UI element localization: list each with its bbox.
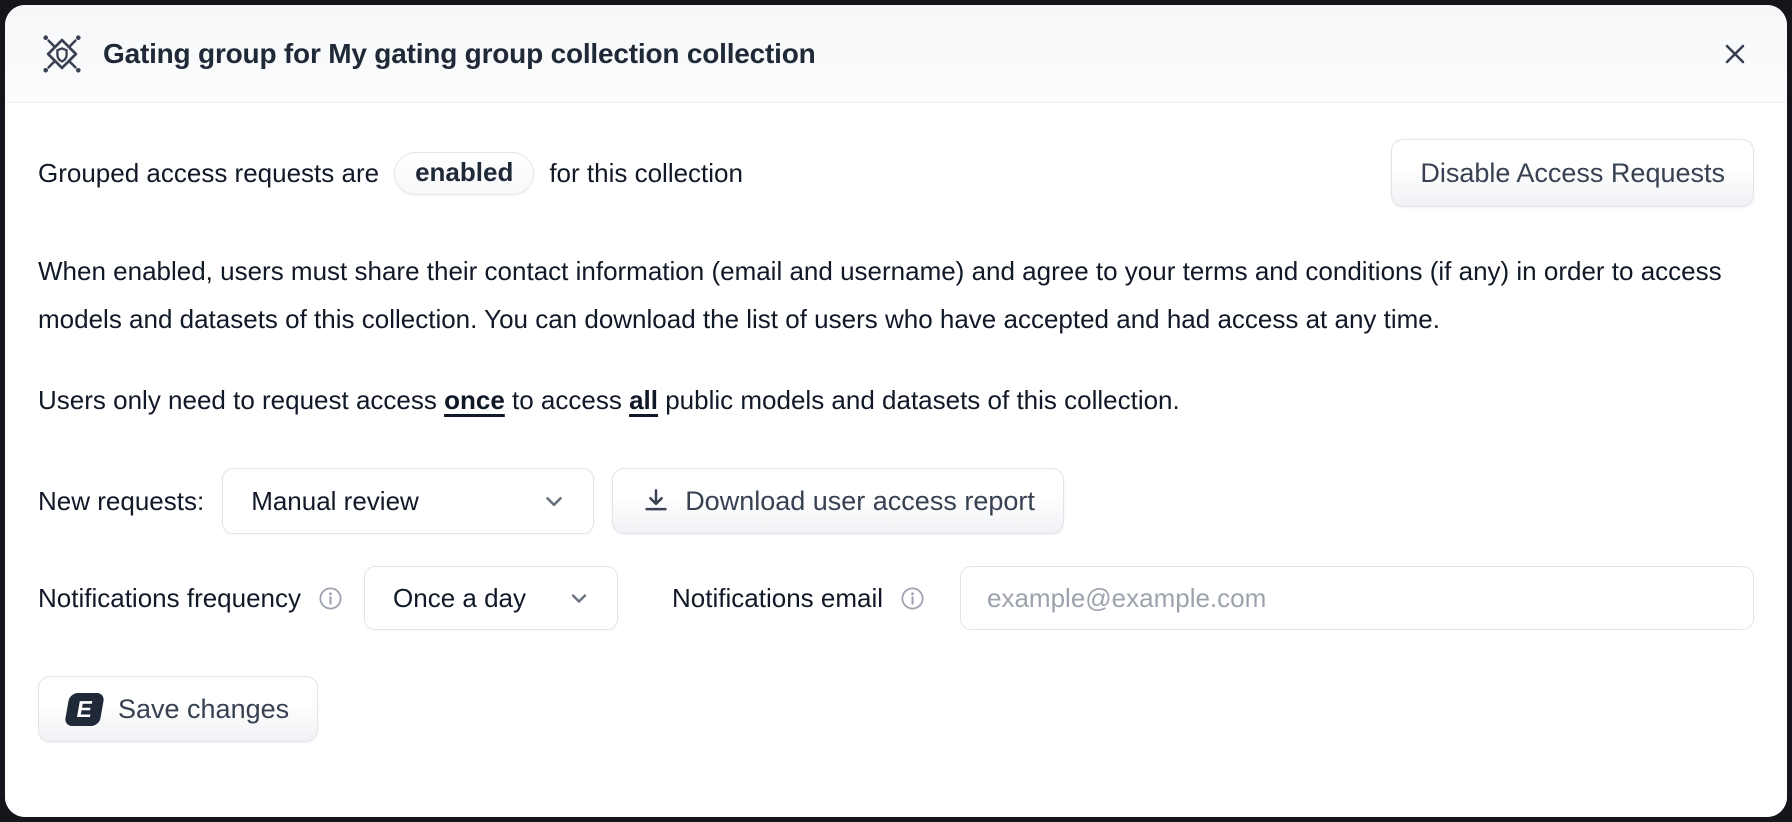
status-text-before: Grouped access requests are (38, 158, 379, 189)
close-icon[interactable] (1719, 38, 1751, 70)
modal-body: Grouped access requests are enabled for … (5, 103, 1787, 817)
status-badge: enabled (394, 152, 534, 195)
modal-header: Gating group for My gating group collect… (5, 5, 1787, 103)
download-icon (641, 486, 671, 516)
status-text-after: for this collection (549, 158, 743, 189)
gating-group-modal: Gating group for My gating group collect… (5, 5, 1787, 817)
notifications-frequency-label: Notifications frequency (38, 583, 301, 614)
disable-access-requests-button[interactable]: Disable Access Requests (1391, 139, 1754, 207)
description-paragraph: When enabled, users must share their con… (38, 247, 1754, 343)
chevron-down-icon (541, 488, 567, 514)
notifications-row: Notifications frequency Once a day Notif… (38, 566, 1754, 630)
gated-group-icon (39, 31, 85, 77)
enterprise-icon: E (64, 693, 105, 726)
status-row: Grouped access requests are enabled for … (38, 139, 1754, 207)
save-changes-button[interactable]: E Save changes (38, 676, 318, 742)
notifications-frequency-select[interactable]: Once a day (364, 566, 618, 630)
desc2-all: all (629, 385, 658, 415)
desc2-mid: to access (505, 385, 629, 415)
new-requests-label: New requests: (38, 486, 204, 517)
desc2-prefix: Users only need to request access (38, 385, 444, 415)
footer-row: E Save changes (38, 676, 1754, 742)
info-icon[interactable] (317, 585, 344, 612)
description-paragraph-2: Users only need to request access once t… (38, 385, 1754, 416)
new-requests-row: New requests: Manual review Download use… (38, 468, 1754, 534)
new-requests-select[interactable]: Manual review (222, 468, 594, 534)
save-button-label: Save changes (118, 694, 289, 725)
chevron-down-icon (567, 586, 591, 610)
desc2-suffix: public models and datasets of this colle… (658, 385, 1180, 415)
info-icon[interactable] (899, 585, 926, 612)
notifications-email-input[interactable] (960, 566, 1754, 630)
new-requests-selected-value: Manual review (251, 486, 419, 517)
status-text: Grouped access requests are enabled for … (38, 152, 743, 195)
download-button-label: Download user access report (685, 486, 1035, 517)
download-user-access-report-button[interactable]: Download user access report (612, 468, 1064, 534)
notifications-frequency-value: Once a day (393, 583, 526, 614)
desc2-once: once (444, 385, 505, 415)
notifications-email-label: Notifications email (672, 583, 883, 614)
modal-title: Gating group for My gating group collect… (103, 38, 1701, 70)
